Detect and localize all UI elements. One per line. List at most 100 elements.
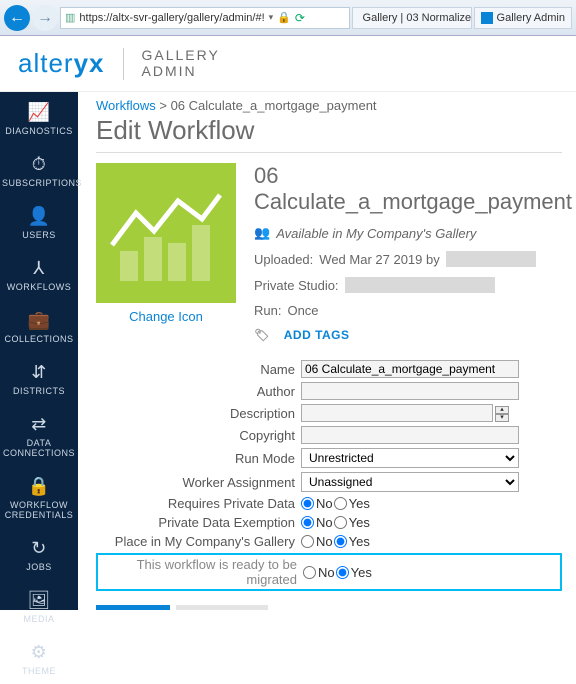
sidebar-item-districts[interactable]: ⇵ DISTRICTS: [0, 352, 78, 404]
uploaded-value: Wed Mar 27 2019 by: [319, 252, 439, 267]
redacted-author: [446, 251, 536, 267]
signpost-icon: ⇵: [2, 362, 76, 383]
sidebar-item-label: THEME: [22, 666, 56, 676]
url-dropdown-icon[interactable]: ▾: [269, 12, 274, 23]
place-yes[interactable]: [334, 535, 347, 548]
workflow-name-heading: 06 Calculate_a_mortgage_payment: [254, 163, 572, 215]
tab-label: Gallery Admin: [497, 12, 565, 24]
url-text: https://altx-svr-gallery/gallery/admin/#…: [79, 12, 264, 24]
divider: [96, 152, 562, 153]
breadcrumb-current: 06 Calculate_a_mortgage_payment: [171, 98, 377, 113]
name-label: Name: [96, 362, 301, 377]
add-tags-link[interactable]: ADD TAGS: [284, 328, 350, 342]
address-bar[interactable]: ▥ https://altx-svr-gallery/gallery/admin…: [60, 7, 350, 29]
divider: [123, 48, 124, 80]
sidebar-item-label: WORKFLOW CREDENTIALS: [5, 500, 74, 520]
sidebar-item-label: DATA CONNECTIONS: [3, 438, 75, 458]
tab-favicon: [481, 12, 493, 24]
worker-label: Worker Assignment: [96, 475, 301, 490]
sidebar-item-label: COLLECTIONS: [4, 334, 73, 344]
copyright-input[interactable]: [301, 426, 519, 444]
swap-icon: ⇄: [2, 414, 76, 435]
sidebar-item-workflows[interactable]: ⅄ WORKFLOWS: [0, 248, 78, 300]
privexempt-no[interactable]: [301, 516, 314, 529]
redacted-studio: [345, 277, 495, 293]
runmode-select[interactable]: Unrestricted: [301, 448, 519, 468]
sidebar-item-diagnostics[interactable]: 📈 DIAGNOSTICS: [0, 92, 78, 144]
studio-label: Private Studio:: [254, 278, 339, 293]
sidebar-item-label: DISTRICTS: [13, 386, 65, 396]
lock-icon: 🔒: [277, 11, 291, 24]
sidebar-item-media[interactable]: 🖼 MEDIA: [0, 580, 78, 632]
worker-select[interactable]: Unassigned: [301, 472, 519, 492]
sidebar-item-subscriptions[interactable]: ⏱SUBSCRIPTIONS: [0, 144, 78, 196]
breadcrumb: Workflows > 06 Calculate_a_mortgage_paym…: [96, 98, 562, 113]
migrate-no[interactable]: [303, 566, 316, 579]
uploaded-label: Uploaded:: [254, 252, 313, 267]
privexempt-label: Private Data Exemption: [96, 515, 301, 530]
migrate-row: This workflow is ready to be migratedNo …: [96, 553, 562, 591]
sidebar-item-theme[interactable]: ⚙ THEME: [0, 632, 78, 684]
place-no[interactable]: [301, 535, 314, 548]
sidebar-item-label: WORKFLOWS: [7, 282, 72, 292]
sidebar: 📈 DIAGNOSTICS ⏱SUBSCRIPTIONS👤USERS ⅄ WORKFLO…: [0, 92, 78, 610]
migrate-yes[interactable]: [336, 566, 349, 579]
breadcrumb-root[interactable]: Workflows: [96, 98, 156, 113]
reload-icon[interactable]: ⟳: [295, 11, 305, 25]
sidebar-item-users[interactable]: 👤USERS: [0, 196, 78, 248]
forward-button[interactable]: →: [32, 5, 58, 31]
run-label: Run:: [254, 303, 281, 318]
brand-subtitle: GALLERY ADMIN: [142, 48, 220, 79]
author-input[interactable]: [301, 382, 519, 400]
description-label: Description: [96, 406, 301, 421]
branch-icon: ⅄: [2, 258, 76, 279]
description-input[interactable]: [301, 404, 493, 422]
browser-tab[interactable]: Gallery Admin: [474, 7, 572, 29]
change-icon-link[interactable]: Change Icon: [129, 309, 203, 324]
page-title: Edit Workflow: [96, 115, 562, 146]
author-label: Author: [96, 384, 301, 399]
tab-strip: Gallery | 03 Normalize_an_unst... Galler…: [352, 7, 572, 29]
runmode-label: Run Mode: [96, 451, 301, 466]
availability-text: Available in My Company's Gallery: [276, 226, 476, 241]
refresh-icon: ↻: [2, 538, 76, 559]
tab-label: Gallery | 03 Normalize_an_unst...: [363, 12, 472, 24]
reqpriv-label: Requires Private Data: [96, 496, 301, 511]
briefcase-icon: 💼: [2, 310, 76, 331]
back-button[interactable]: ←: [4, 5, 30, 31]
name-input[interactable]: [301, 360, 519, 378]
user-icon: 👤: [2, 206, 76, 227]
image-icon: 🖼: [2, 590, 76, 611]
people-icon: 👥: [254, 225, 270, 241]
sidebar-item-collections[interactable]: 💼 COLLECTIONS: [0, 300, 78, 352]
stopwatch-icon: ⏱: [2, 154, 76, 175]
save-button[interactable]: SAVE: [96, 605, 170, 610]
sidebar-item-label: SUBSCRIPTIONS: [2, 178, 82, 188]
edit-form: Name Author Description ▴▾ Copyright Run …: [96, 360, 562, 591]
run-value: Once: [287, 303, 318, 318]
breadcrumb-sep: >: [159, 98, 167, 113]
app-header: alteryx GALLERY ADMIN: [0, 36, 576, 92]
reqpriv-no[interactable]: [301, 497, 314, 510]
migrate-label: This workflow is ready to be migrated: [98, 557, 303, 587]
browser-toolbar: ← → ▥ https://altx-svr-gallery/gallery/a…: [0, 0, 576, 36]
sidebar-item-data-connections[interactable]: ⇄ DATA CONNECTIONS: [0, 404, 78, 466]
main-content: Workflows > 06 Calculate_a_mortgage_paym…: [78, 92, 576, 610]
sidebar-item-jobs[interactable]: ↻ JOBS: [0, 528, 78, 580]
place-label: Place in My Company's Gallery: [96, 534, 301, 549]
delete-button[interactable]: DELETE: [176, 605, 267, 610]
sidebar-item-label: JOBS: [26, 562, 52, 572]
browser-tab[interactable]: Gallery | 03 Normalize_an_unst...: [352, 7, 472, 29]
chart-line-icon: 📈: [2, 102, 76, 123]
sidebar-item-label: MEDIA: [23, 614, 54, 624]
sidebar-item-workflow-credentials[interactable]: 🔒 WORKFLOW CREDENTIALS: [0, 466, 78, 528]
gear-icon: ⚙: [2, 642, 76, 663]
privexempt-yes[interactable]: [334, 516, 347, 529]
workflow-icon: [96, 163, 236, 303]
copyright-label: Copyright: [96, 428, 301, 443]
lock-icon: 🔒: [2, 476, 76, 497]
reqpriv-yes[interactable]: [334, 497, 347, 510]
chart-icon: [106, 173, 226, 293]
sidebar-item-label: DIAGNOSTICS: [5, 126, 73, 136]
description-spinner[interactable]: ▴▾: [495, 406, 509, 422]
